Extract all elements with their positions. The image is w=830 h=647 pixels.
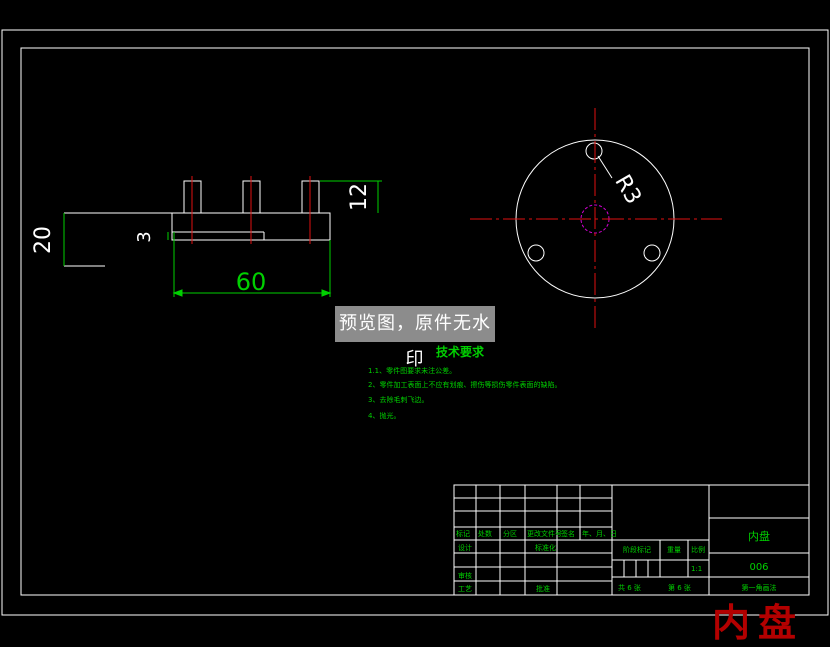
preview-watermark: 预览图，原件无水印: [335, 306, 495, 370]
sheet-number: 第 6 张: [668, 583, 691, 592]
radius-leader: [597, 155, 613, 179]
drawing-number: 006: [749, 562, 768, 573]
label-weight: 重量: [667, 546, 681, 554]
label-date: 年、月、日: [582, 529, 617, 538]
top-view: [470, 108, 722, 332]
hole-left: [527, 244, 545, 262]
sheets-total: 共 6 张: [618, 583, 641, 592]
label-process: 工艺: [458, 585, 472, 593]
dimension-lines: [63, 180, 382, 297]
scale-value: 1:1: [691, 565, 702, 573]
pin-centerlines: [191, 176, 311, 244]
brand-logo-text: 内盘: [712, 600, 805, 645]
part-name: 内盘: [748, 529, 770, 543]
label-signature: 签名: [561, 529, 575, 538]
dim-radius-r3: R3: [609, 171, 645, 209]
label-mark: 标记: [456, 529, 470, 538]
dim-height-20: 20: [31, 226, 56, 254]
tech-req-item-4: 4、抛光。: [368, 411, 400, 420]
base-plate-outline: [64, 212, 331, 241]
label-design: 设计: [458, 543, 472, 552]
tech-req-item-2: 2、零件加工表面上不应有划痕、擦伤等损伤零件表面的缺陷。: [368, 380, 561, 389]
label-count: 处数: [478, 529, 492, 538]
label-standardization: 标准化: [535, 543, 556, 552]
label-zone: 分区: [503, 529, 517, 538]
label-stage: 阶段标记: [623, 545, 651, 554]
hole-top: [585, 142, 603, 160]
projection-method: 第一角画法: [742, 583, 777, 592]
dim-step-3: 3: [134, 231, 155, 242]
front-view: [64, 180, 331, 267]
tech-req-title: 技术要求: [436, 344, 485, 359]
label-approve: 批准: [536, 584, 550, 593]
tech-req-item-3: 3、去除毛刺飞边。: [368, 395, 428, 404]
dim-pin-12: 12: [347, 183, 372, 211]
label-scale: 比例: [691, 545, 705, 554]
hole-right: [643, 244, 661, 262]
label-review: 审核: [458, 571, 472, 580]
label-change-doc: 更改文件号: [527, 529, 562, 538]
dim-width-60: 60: [236, 268, 267, 296]
